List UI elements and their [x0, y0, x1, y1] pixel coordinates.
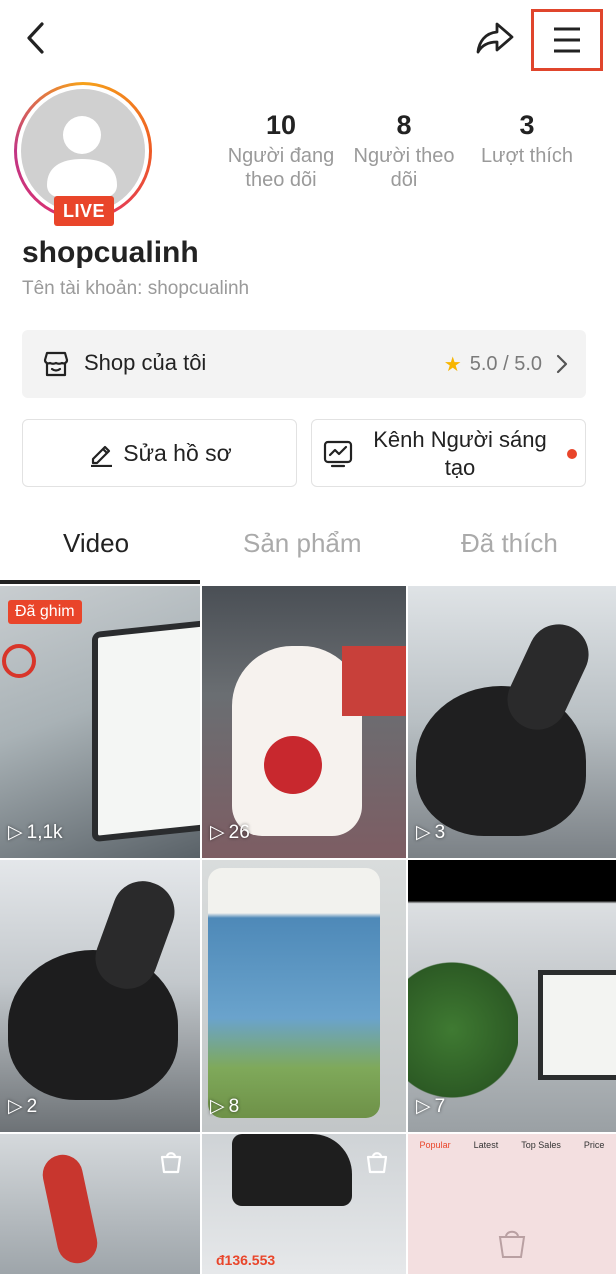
product-thumbnail[interactable] [0, 1134, 200, 1274]
followers-label-2: dõi [390, 169, 418, 191]
product-jar-image [208, 868, 380, 1118]
chevron-left-icon [27, 22, 44, 54]
creator-channel-button[interactable]: Kênh Người sáng tạo [311, 419, 586, 487]
profile-username: shopcualinh [22, 236, 199, 269]
play-count-value: 1,1k [26, 821, 63, 843]
play-icon: ▷ [416, 822, 431, 843]
play-count: ▷ 26 [210, 821, 250, 844]
play-count-value: 2 [26, 1095, 38, 1117]
sort-top-sales: Top Sales [521, 1140, 561, 1150]
active-tab-indicator [0, 580, 200, 584]
shop-rating-value: 5.0 / 5.0 [469, 353, 542, 375]
followers-count: 8 [396, 110, 412, 140]
analytics-icon [323, 440, 353, 468]
chevron-right-icon [556, 354, 568, 374]
shopping-bag-icon [498, 1230, 526, 1258]
edit-profile-label: Sửa hồ sơ [123, 439, 232, 466]
play-icon: ▷ [210, 1096, 225, 1117]
video-thumbnail[interactable]: ▷ 26 [202, 586, 406, 858]
pinned-badge: Đã ghim [8, 600, 82, 624]
star-icon: ★ [443, 354, 462, 376]
play-icon: ▷ [210, 822, 225, 843]
sort-price: Price [583, 1140, 605, 1150]
video-thumbnail[interactable]: Đã ghim ▷ 1,1k [0, 586, 200, 858]
video-thumbnail[interactable]: ▷ 8 [202, 860, 406, 1132]
user-silhouette-icon [47, 116, 117, 197]
sort-popular: Popular [419, 1140, 451, 1150]
sort-latest: Latest [473, 1140, 499, 1150]
play-count: ▷ 3 [416, 821, 445, 844]
share-icon [476, 22, 514, 54]
tab-liked[interactable]: Đã thích [461, 528, 558, 559]
avatar-placeholder [21, 89, 145, 213]
plant-flower-image [39, 1151, 101, 1267]
play-count: ▷ 1,1k [8, 821, 63, 844]
menu-button[interactable] [531, 9, 603, 71]
play-icon: ▷ [416, 1096, 431, 1117]
play-icon: ▷ [8, 1096, 23, 1117]
tab-video[interactable]: Video [63, 528, 129, 559]
pencil-icon [91, 445, 113, 467]
monitor-image [538, 970, 616, 1080]
play-count: ▷ 7 [416, 1095, 445, 1118]
shopping-bag-icon [160, 1152, 182, 1174]
no-entry-sign-image [2, 644, 36, 678]
share-button[interactable] [472, 16, 518, 60]
sort-menu: Popular Latest Top Sales Price [408, 1140, 616, 1150]
red-box-image [342, 646, 406, 716]
following-count: 10 [265, 110, 297, 140]
top-bar [0, 0, 616, 80]
following-stat[interactable]: 10 Người đang theo dõi [222, 108, 340, 192]
back-button[interactable] [16, 18, 56, 58]
my-shop-row[interactable]: Shop của tôi ★ 5.0 / 5.0 [22, 330, 586, 398]
play-icon: ▷ [8, 822, 23, 843]
edit-profile-button[interactable]: Sửa hồ sơ [22, 419, 297, 487]
laptop-screen-image [92, 619, 200, 843]
following-label-2: theo dõi [245, 169, 317, 191]
shopping-bag-icon [366, 1152, 388, 1174]
product-thumbnail[interactable]: Popular Latest Top Sales Price [408, 1134, 616, 1274]
following-label-1: Người đang [227, 145, 335, 167]
plant-image [408, 940, 518, 1120]
boot-product-image [232, 1134, 352, 1206]
video-thumbnail[interactable]: ▷ 2 [0, 860, 200, 1132]
followers-stat[interactable]: 8 Người theo dõi [346, 108, 462, 192]
notification-dot [567, 449, 577, 459]
play-count-value: 7 [434, 1095, 446, 1117]
likes-stat[interactable]: 3 Lượt thích [470, 108, 584, 168]
product-price: đ136.553 [216, 1252, 276, 1268]
play-count-value: 8 [228, 1095, 240, 1117]
video-thumbnail[interactable]: ▷ 3 [408, 586, 616, 858]
creator-channel-label: Kênh Người sáng tạo [373, 427, 547, 480]
my-shop-label: Shop của tôi [84, 350, 207, 375]
store-icon [43, 351, 69, 377]
content-tabs: Video Sản phẩm Đã thích [0, 510, 616, 584]
lucky-cat-coin-image [264, 736, 322, 794]
play-count: ▷ 2 [8, 1095, 37, 1118]
video-thumbnail[interactable]: ▷ 7 [408, 860, 616, 1132]
likes-count: 3 [519, 110, 535, 140]
play-count-value: 26 [228, 821, 250, 843]
video-grid: Đã ghim ▷ 1,1k ▷ 26 ▷ 3 ▷ 2 ▷ 8 ▷ 7 đ136… [0, 586, 616, 1274]
play-count-value: 3 [434, 821, 446, 843]
hamburger-menu-icon [554, 27, 580, 53]
tab-products[interactable]: Sản phẩm [243, 528, 362, 559]
product-thumbnail[interactable]: đ136.553 [202, 1134, 406, 1274]
shop-rating: ★ 5.0 / 5.0 [444, 352, 542, 377]
likes-label: Lượt thích [480, 145, 574, 167]
live-badge[interactable]: LIVE [54, 196, 114, 226]
play-count: ▷ 8 [210, 1095, 239, 1118]
followers-label-1: Người theo [353, 145, 455, 167]
account-name-line: Tên tài khoản: shopcualinh [22, 278, 250, 299]
